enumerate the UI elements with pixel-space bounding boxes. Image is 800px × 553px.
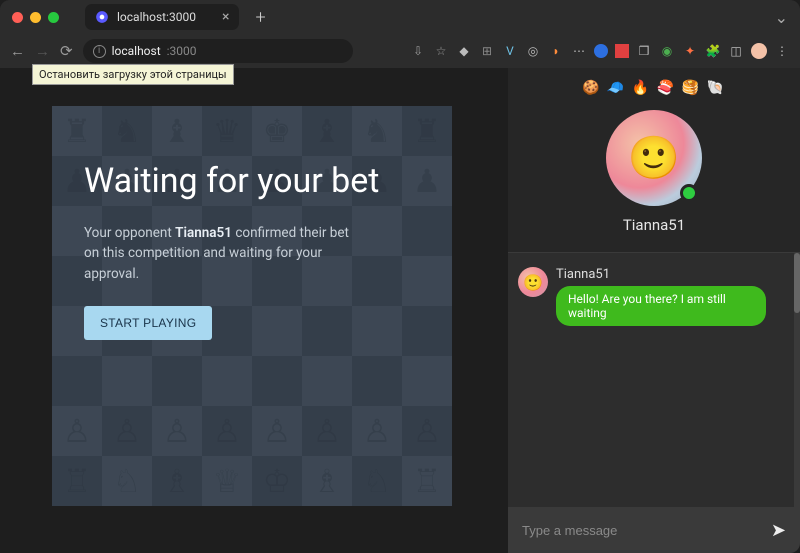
chat-message: 🙂 Tianna51 Hello! Are you there? I am st…	[518, 267, 790, 326]
reload-tooltip: Остановить загрузку этой страницы	[32, 64, 234, 85]
extension-icon[interactable]: ◗	[548, 43, 564, 59]
extension-icon[interactable]: ❒	[636, 43, 652, 59]
maximize-window-button[interactable]	[48, 12, 59, 23]
browser-tab[interactable]: localhost:3000 ×	[85, 4, 239, 30]
chess-board-wrap: ♜♞♝♛♚♝♞♜♟♟♟♟♟♟♟♟♙♙♙♙♙♙♙♙♖♘♗♕♔♗♘♖ Waiting…	[52, 106, 452, 506]
start-playing-button[interactable]: START PLAYING	[84, 306, 212, 340]
avatar-wrap: 🙂	[606, 110, 702, 206]
message-input[interactable]	[522, 523, 761, 538]
game-panel: ♜♞♝♛♚♝♞♜♟♟♟♟♟♟♟♟♙♙♙♙♙♙♙♙♖♘♗♕♔♗♘♖ Waiting…	[0, 68, 508, 553]
chat-panel: 🍪 🧢 🔥 🍣 🥞 🐚 🙂 Tianna51 🙂 Tianna51 Hello!…	[508, 68, 800, 553]
kebab-menu-icon[interactable]: ⋮	[774, 43, 790, 59]
scrollbar-thumb[interactable]	[794, 253, 800, 313]
url-port: :3000	[167, 44, 197, 58]
profile-avatar-icon[interactable]	[751, 43, 767, 59]
toolbar-icons: ⇩ ☆ ◆ ⊞ V ◎ ◗ ⋯ ❒ ◉ ✦ 🧩 ◫ ⋮	[410, 43, 790, 59]
bookmark-star-icon[interactable]: ☆	[433, 43, 449, 59]
extension-icon[interactable]: ◎	[525, 43, 541, 59]
overlay-title: Waiting for your bet	[84, 162, 420, 201]
extension-icon[interactable]: V	[502, 43, 518, 59]
chat-scrollbar[interactable]	[794, 253, 800, 507]
bet-overlay: Waiting for your bet Your opponent Tiann…	[52, 106, 452, 506]
message-sender: Tianna51	[556, 267, 766, 282]
install-icon[interactable]: ⇩	[410, 43, 426, 59]
url-host: localhost	[112, 44, 161, 58]
close-tab-button[interactable]: ×	[222, 9, 229, 25]
chat-log: 🙂 Tianna51 Hello! Are you there? I am st…	[508, 252, 800, 507]
extension-icon[interactable]: ◆	[456, 43, 472, 59]
title-bar: localhost:3000 × + ⌄	[0, 0, 800, 34]
page-content: ♜♞♝♛♚♝♞♜♟♟♟♟♟♟♟♟♙♙♙♙♙♙♙♙♖♘♗♕♔♗♘♖ Waiting…	[0, 68, 800, 553]
extension-icon[interactable]: ⋯	[571, 43, 587, 59]
chevron-down-icon[interactable]: ⌄	[775, 8, 788, 27]
side-panel-icon[interactable]: ◫	[728, 43, 744, 59]
extension-icon[interactable]: ⊞	[479, 43, 495, 59]
tab-title: localhost:3000	[117, 10, 196, 24]
message-composer: ➤	[508, 507, 800, 553]
extensions-puzzle-icon[interactable]: 🧩	[705, 43, 721, 59]
extension-icon[interactable]: ◉	[659, 43, 675, 59]
browser-window: localhost:3000 × + ⌄ ← → ⟳ i localhost:3…	[0, 0, 800, 553]
profile-name: Tianna51	[508, 216, 800, 234]
forward-button[interactable]: →	[35, 42, 50, 60]
opponent-profile: 🍪 🧢 🔥 🍣 🥞 🐚 🙂 Tianna51	[508, 68, 800, 252]
address-bar-row: ← → ⟳ i localhost :3000 ⇩ ☆ ◆ ⊞ V ◎ ◗ ⋯ ❒…	[0, 34, 800, 68]
profile-emojis: 🍪 🧢 🔥 🍣 🥞 🐚	[508, 80, 800, 96]
opponent-name: Tianna51	[175, 225, 232, 241]
message-bubble: Hello! Are you there? I am still waiting	[556, 286, 766, 326]
new-tab-button[interactable]: +	[255, 7, 265, 28]
extension-icon[interactable]	[594, 44, 608, 58]
message-avatar: 🙂	[518, 267, 548, 297]
overlay-body: Your opponent Tianna51 confirmed their b…	[84, 223, 354, 284]
back-button[interactable]: ←	[10, 42, 25, 60]
extension-icon[interactable]	[615, 44, 629, 58]
minimize-window-button[interactable]	[30, 12, 41, 23]
presence-online-icon	[680, 184, 698, 202]
tab-favicon	[95, 10, 109, 24]
reload-button[interactable]: ⟳	[60, 42, 73, 60]
window-controls	[12, 12, 59, 23]
send-icon[interactable]: ➤	[771, 520, 786, 541]
extension-icon[interactable]: ✦	[682, 43, 698, 59]
site-info-icon[interactable]: i	[93, 45, 106, 58]
close-window-button[interactable]	[12, 12, 23, 23]
url-field[interactable]: i localhost :3000	[83, 39, 353, 63]
